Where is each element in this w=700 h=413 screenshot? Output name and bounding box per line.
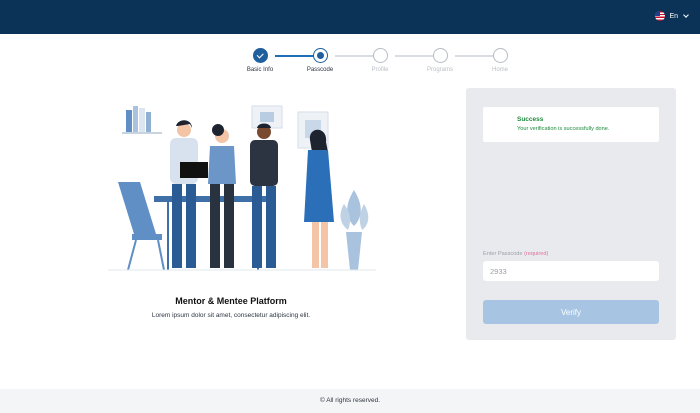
- passcode-input[interactable]: [483, 261, 659, 281]
- alert-title: Success: [517, 116, 544, 123]
- top-bar: En: [0, 0, 700, 34]
- step-current-icon: [312, 48, 328, 63]
- language-selector[interactable]: En: [655, 11, 689, 21]
- team-illustration: [108, 105, 376, 271]
- step-home: Home: [470, 48, 530, 73]
- progress-stepper: Basic Info Passcode Profile Programs Hom…: [240, 48, 520, 78]
- step-label: Home: [491, 67, 508, 73]
- footer: © All rights reserved.: [0, 389, 700, 413]
- platform-title: Mentor & Mentee Platform: [175, 296, 287, 306]
- platform-description: Lorem ipsum dolor sit amet, consectetur …: [151, 312, 311, 319]
- step-pending-icon: [492, 48, 508, 63]
- step-label: Programs: [426, 67, 453, 73]
- step-programs: Programs: [410, 48, 470, 73]
- step-pending-icon: [372, 48, 388, 63]
- verify-button[interactable]: Verify: [483, 300, 659, 324]
- passcode-label-text: Enter Passcode: [483, 251, 523, 257]
- step-pending-icon: [432, 48, 448, 63]
- success-alert: Success Your verification is successfull…: [483, 107, 659, 142]
- passcode-label: Enter Passcode (required): [483, 251, 548, 257]
- step-complete-icon: [252, 48, 268, 63]
- alert-message: Your verification is successfully done.: [517, 126, 610, 132]
- chevron-down-icon: [683, 12, 689, 18]
- step-label: Passcode: [306, 67, 334, 73]
- step-label: Basic Info: [246, 67, 274, 73]
- step-label: Profile: [371, 67, 389, 73]
- us-flag-icon: [655, 11, 666, 21]
- step-profile: Profile: [350, 48, 410, 73]
- step-basic-info: Basic Info: [230, 48, 290, 73]
- language-label: En: [669, 12, 678, 20]
- required-marker: (required): [524, 251, 549, 257]
- step-passcode: Passcode: [290, 48, 350, 73]
- copyright-text: © All rights reserved.: [319, 397, 381, 404]
- passcode-panel: Success Your verification is successfull…: [466, 88, 676, 340]
- check-icon: [256, 51, 264, 58]
